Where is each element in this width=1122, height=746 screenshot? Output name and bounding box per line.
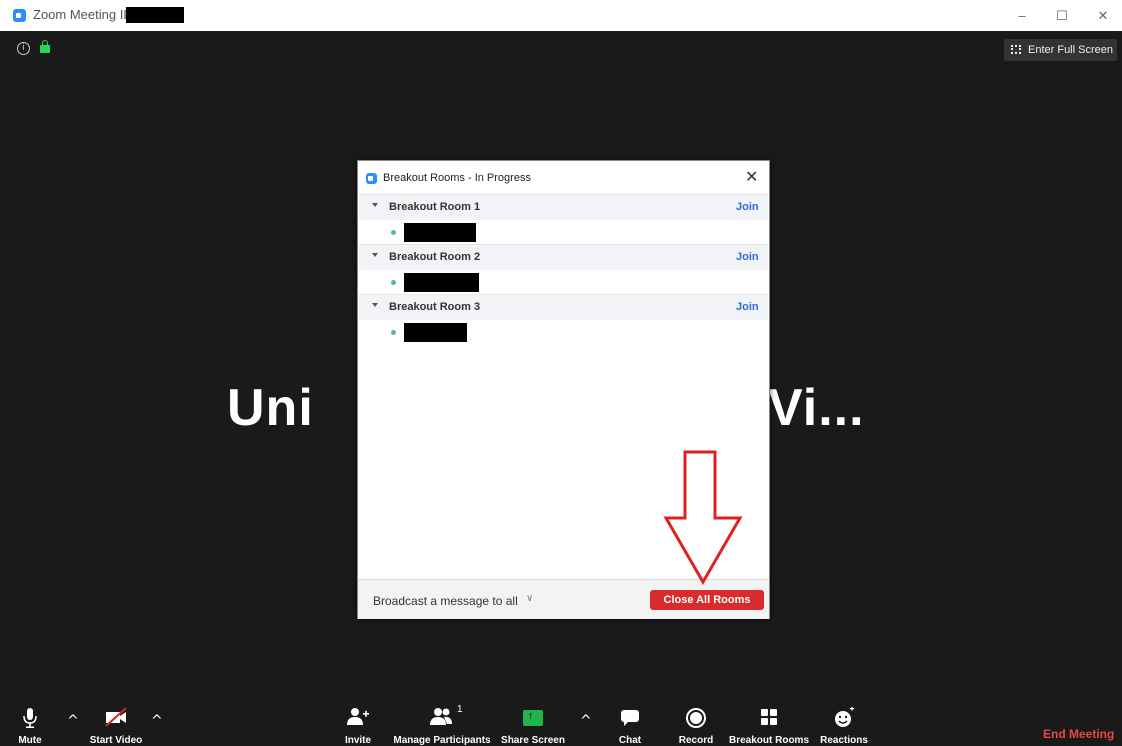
breakout-rooms-icon <box>761 709 777 725</box>
reactions-label: Reactions <box>820 735 868 746</box>
zoom-app-icon <box>13 9 26 22</box>
minimize-button[interactable]: – <box>1008 6 1036 26</box>
invite-button[interactable]: Invite <box>338 703 378 746</box>
room-header[interactable]: Breakout Room 3 Join <box>359 294 768 320</box>
share-screen-label: Share Screen <box>501 735 565 746</box>
reactions-icon <box>835 707 854 727</box>
close-all-rooms-button[interactable]: Close All Rooms <box>650 590 764 610</box>
room-member <box>359 270 768 294</box>
enter-full-screen-button[interactable]: Enter Full Screen <box>1004 39 1117 61</box>
join-room-button[interactable]: Join <box>736 301 759 313</box>
redacted-meeting-id <box>126 7 184 23</box>
dialog-title: Breakout Rooms - In Progress <box>383 172 531 184</box>
start-video-label: Start Video <box>89 735 143 746</box>
caret-down-icon[interactable] <box>372 203 378 207</box>
zoom-dialog-icon <box>366 173 377 184</box>
dialog-close-button[interactable]: ✕ <box>745 167 758 186</box>
participant-count: 1 <box>457 704 463 715</box>
share-screen-icon: ↑ <box>523 710 543 726</box>
close-window-button[interactable]: ✕ <box>1089 6 1117 26</box>
microphone-icon <box>23 708 37 728</box>
fullscreen-icon <box>1011 45 1021 54</box>
record-label: Record <box>678 735 714 746</box>
record-button[interactable]: Record <box>676 703 716 746</box>
join-room-button[interactable]: Join <box>736 201 759 213</box>
participant-name-right: Vi... <box>768 379 865 437</box>
lock-icon[interactable] <box>40 40 50 53</box>
room-name: Breakout Room 2 <box>389 251 481 263</box>
online-status-icon <box>391 230 396 235</box>
caret-down-icon[interactable] <box>372 253 378 257</box>
room-member <box>359 220 768 244</box>
online-status-icon <box>391 330 396 335</box>
mute-label: Mute <box>18 735 42 746</box>
room-name: Breakout Room 3 <box>389 301 481 313</box>
invite-label: Invite <box>344 735 372 746</box>
caret-down-icon[interactable] <box>372 303 378 307</box>
annotation-arrow-icon <box>663 450 743 585</box>
add-user-icon <box>347 708 369 725</box>
meeting-toolbar: Mute ^ Start Video ^ Invite 1 Manage Par… <box>0 703 1122 746</box>
manage-participants-label: Manage Participants <box>393 735 491 746</box>
join-room-button[interactable]: Join <box>736 251 759 263</box>
redacted-member-name <box>404 273 479 292</box>
reactions-button[interactable]: Reactions <box>818 703 870 746</box>
start-video-button[interactable]: Start Video <box>82 703 150 746</box>
chat-button[interactable]: Chat <box>610 703 650 746</box>
room-header[interactable]: Breakout Room 2 Join <box>359 244 768 270</box>
window-title: Zoom Meeting ID: <box>33 7 137 22</box>
participants-icon <box>430 708 452 725</box>
end-meeting-button[interactable]: End Meeting <box>1043 727 1114 741</box>
chat-icon <box>621 710 639 726</box>
chat-label: Chat <box>618 735 642 746</box>
video-off-icon <box>105 707 127 727</box>
breakout-rooms-button[interactable]: Breakout Rooms <box>727 703 811 746</box>
room-member <box>359 320 768 344</box>
record-icon <box>686 708 706 728</box>
participant-name-left: Uni <box>227 379 314 437</box>
redacted-member-name <box>404 223 476 242</box>
maximize-button[interactable]: ☐ <box>1048 6 1076 26</box>
info-icon[interactable]: i <box>17 42 30 55</box>
window-titlebar: Zoom Meeting ID: – ☐ ✕ <box>0 0 1122 31</box>
dialog-header: Breakout Rooms - In Progress ✕ <box>358 161 769 194</box>
chevron-down-icon[interactable]: ∨ <box>526 593 533 604</box>
mute-button[interactable]: Mute <box>10 703 50 746</box>
enter-full-screen-label: Enter Full Screen <box>1028 44 1113 56</box>
redacted-member-name <box>404 323 467 342</box>
online-status-icon <box>391 280 396 285</box>
breakout-rooms-label: Breakout Rooms <box>728 735 809 746</box>
share-screen-button[interactable]: ↑ Share Screen <box>497 703 569 746</box>
room-name: Breakout Room 1 <box>389 201 481 213</box>
broadcast-message-button[interactable]: Broadcast a message to all <box>373 594 518 608</box>
manage-participants-button[interactable]: 1 Manage Participants <box>391 703 493 746</box>
room-header[interactable]: Breakout Room 1 Join <box>359 194 768 220</box>
